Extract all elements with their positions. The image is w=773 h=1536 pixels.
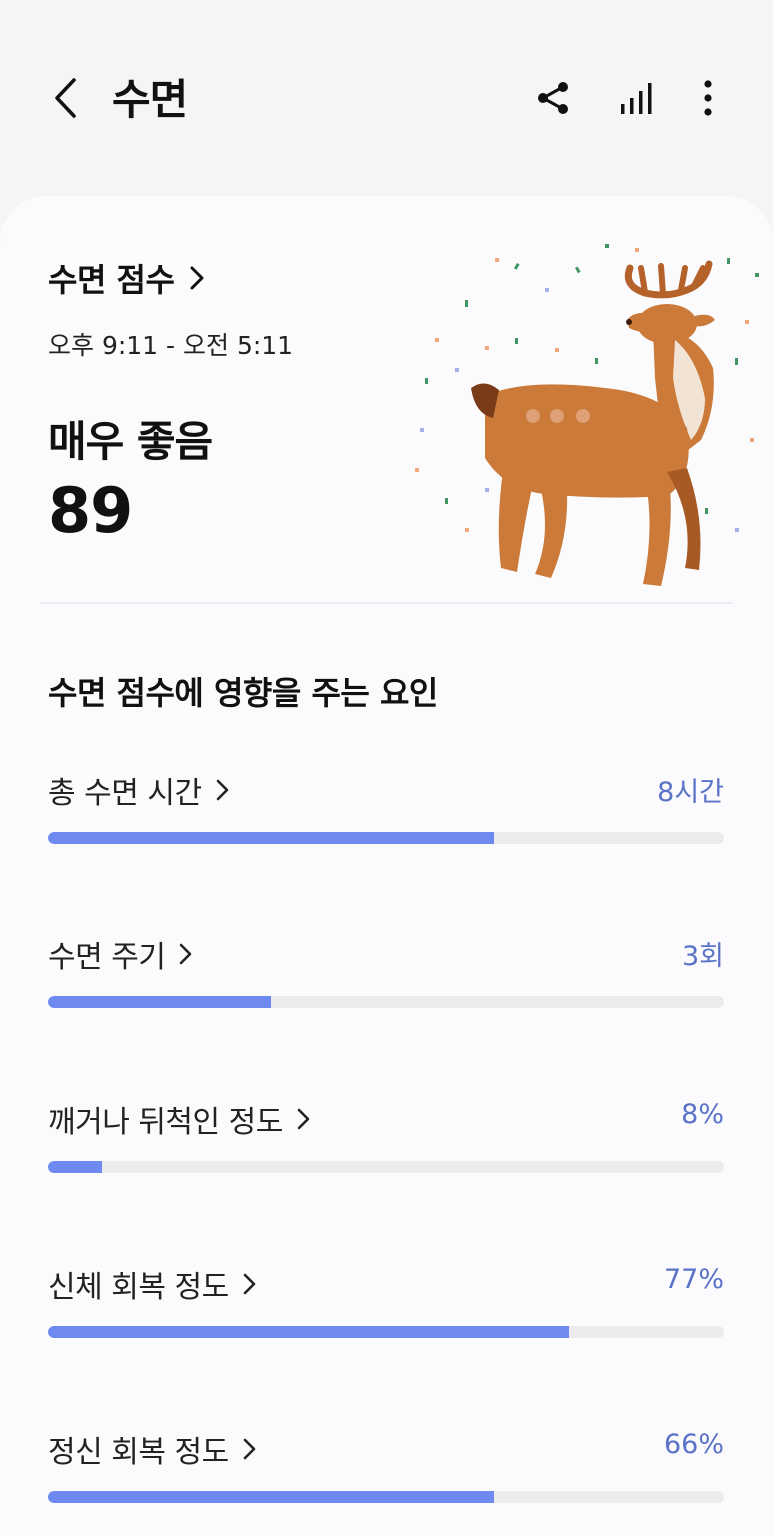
progress-fill xyxy=(48,1326,569,1338)
factor-sleep-cycles[interactable]: 수면 주기 3회 xyxy=(48,932,724,1032)
signal-button[interactable] xyxy=(610,72,662,124)
sleep-score-link[interactable]: 수면 점수 xyxy=(48,255,204,301)
factor-label: 깨거나 뒤척인 정도 xyxy=(48,1105,283,1140)
factor-label: 수면 주기 xyxy=(48,940,166,975)
factors-heading: 수면 점수에 영향을 주는 요인 xyxy=(48,674,438,712)
factor-value: 66% xyxy=(663,1429,724,1460)
chevron-right-icon xyxy=(243,1438,255,1460)
back-button[interactable] xyxy=(40,72,90,124)
signal-bars-icon xyxy=(621,83,652,114)
sleep-score-value: 89 xyxy=(48,474,133,547)
share-icon xyxy=(538,82,568,114)
progress-fill xyxy=(48,1491,495,1503)
chevron-right-icon xyxy=(180,943,192,965)
factor-total-sleep-time[interactable]: 총 수면 시간 8시간 xyxy=(48,768,724,868)
divider xyxy=(40,602,733,604)
back-icon xyxy=(55,78,76,118)
deer-confetti-illustration xyxy=(415,244,759,586)
progress-track xyxy=(48,996,724,1008)
progress-track xyxy=(48,1326,724,1338)
progress-fill xyxy=(48,1161,103,1173)
page-title: 수면 xyxy=(112,75,188,124)
deer xyxy=(471,260,715,586)
factor-mental-recovery[interactable]: 정신 회복 정도 66% xyxy=(48,1427,724,1527)
share-button[interactable] xyxy=(527,72,579,124)
sleep-grade: 매우 좋음 xyxy=(48,417,213,466)
factor-wake-toss[interactable]: 깨거나 뒤척인 정도 8% xyxy=(48,1097,724,1197)
progress-track xyxy=(48,832,724,844)
more-options-button[interactable] xyxy=(682,72,734,124)
app-bar: 수면 xyxy=(0,0,773,196)
factor-value: 8시간 xyxy=(657,777,724,808)
factor-physical-recovery[interactable]: 신체 회복 정도 77% xyxy=(48,1262,724,1362)
factor-label: 정신 회복 정도 xyxy=(48,1435,229,1470)
progress-fill xyxy=(48,996,272,1008)
factor-value: 3회 xyxy=(681,941,724,972)
factor-value: 8% xyxy=(681,1099,724,1130)
progress-track xyxy=(48,1491,724,1503)
progress-fill xyxy=(48,832,495,844)
chevron-right-icon xyxy=(216,779,228,801)
sleep-time-range: 오후 9:11 - 오전 5:11 xyxy=(48,331,294,360)
more-vert-icon xyxy=(704,80,712,116)
chevron-right-icon xyxy=(297,1108,310,1130)
chevron-right-icon xyxy=(243,1273,255,1295)
chevron-right-icon xyxy=(190,266,204,290)
factor-value: 77% xyxy=(663,1264,724,1295)
sleep-score-title: 수면 점수 xyxy=(48,261,175,299)
factor-label: 신체 회복 정도 xyxy=(48,1270,229,1305)
factor-label: 총 수면 시간 xyxy=(48,776,202,811)
progress-track xyxy=(48,1161,724,1173)
